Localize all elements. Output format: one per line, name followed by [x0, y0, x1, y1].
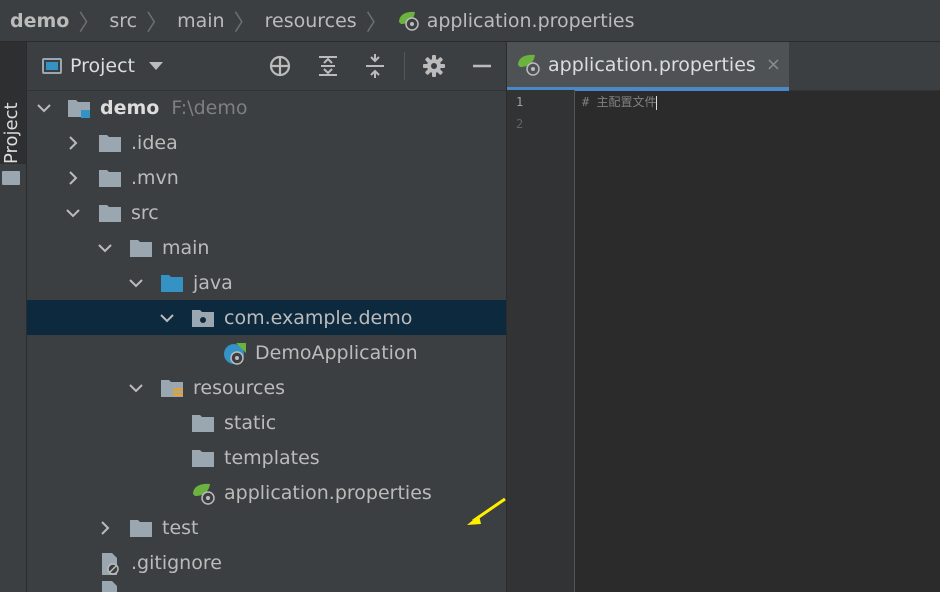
breadcrumb-item-file[interactable]: application.properties: [397, 10, 635, 32]
tree-node-static[interactable]: static: [27, 405, 506, 440]
breadcrumb-item-demo[interactable]: demo: [0, 10, 69, 32]
chevron-down-icon[interactable]: [97, 240, 113, 256]
text-cursor: [656, 95, 658, 110]
minimize-icon: [473, 64, 491, 68]
tree-node-test[interactable]: test: [27, 510, 506, 545]
folder-icon: [191, 412, 215, 434]
folder-icon: [98, 167, 122, 189]
ignore-file-icon: [98, 552, 122, 575]
chevron-down-icon: [149, 62, 164, 70]
chevron-right-icon[interactable]: [65, 135, 81, 151]
project-window-icon: [42, 58, 62, 74]
spring-properties-icon: [518, 54, 540, 76]
close-icon[interactable]: ×: [766, 54, 781, 75]
tree-node-idea[interactable]: .idea: [27, 125, 506, 160]
source-folder-icon: [160, 272, 184, 294]
chevron-down-icon[interactable]: [65, 205, 81, 221]
project-panel: Project demo F:\demo .idea .mvn src main…: [27, 42, 506, 592]
breadcrumb-separator-icon: 〉: [78, 10, 101, 36]
collapse-all-icon: [366, 54, 384, 78]
editor-text-area[interactable]: # 主配置文件: [582, 93, 658, 110]
spring-boot-class-icon: [223, 342, 247, 365]
tree-node-demo-application[interactable]: DemoApplication: [27, 335, 506, 370]
breadcrumb-separator-icon: 〉: [146, 10, 169, 36]
tree-label: .idea: [131, 131, 178, 154]
tree-node-partial[interactable]: [27, 580, 506, 592]
tree-label: resources: [193, 376, 286, 399]
project-panel-header: Project: [27, 42, 506, 91]
breadcrumb-separator-icon: 〉: [365, 10, 388, 36]
settings-button[interactable]: [421, 53, 447, 79]
gear-icon: [423, 55, 445, 77]
project-view-selector[interactable]: Project: [42, 55, 164, 77]
tree-label: .gitignore: [131, 551, 222, 574]
folder-icon: [98, 202, 122, 224]
spring-properties-icon: [398, 11, 419, 31]
spring-properties-icon: [191, 482, 215, 505]
tree-label: com.example.demo: [224, 306, 413, 329]
tree-node-src[interactable]: src: [27, 195, 506, 230]
tree-label: DemoApplication: [255, 341, 418, 364]
expand-all-icon: [319, 56, 337, 76]
resources-folder-icon: [160, 377, 184, 399]
tree-label: static: [224, 411, 277, 434]
breadcrumb-item-src[interactable]: src: [109, 10, 137, 32]
tree-label: demo F:\demo: [100, 97, 247, 119]
tree-node-resources[interactable]: resources: [27, 370, 506, 405]
chevron-down-icon[interactable]: [128, 380, 144, 396]
hide-panel-button[interactable]: [469, 53, 495, 79]
package-icon: [191, 307, 215, 329]
tree-node-mvn[interactable]: .mvn: [27, 160, 506, 195]
chevron-down-icon[interactable]: [128, 275, 144, 291]
breadcrumb-file-label: application.properties: [426, 9, 635, 32]
folder-icon: [98, 132, 122, 154]
node-path: F:\demo: [171, 96, 248, 119]
editor-gutter: 1 2: [507, 90, 575, 592]
tree-label: application.properties: [224, 481, 432, 504]
folder-icon: [129, 237, 153, 259]
code-line: # 主配置文件: [582, 95, 657, 109]
tree-node-java[interactable]: java: [27, 265, 506, 300]
expand-all-button[interactable]: [315, 53, 341, 79]
folder-icon: [2, 171, 20, 185]
folder-icon: [191, 447, 215, 469]
tree-node-templates[interactable]: templates: [27, 440, 506, 475]
line-number: 2: [516, 117, 524, 131]
navigation-breadcrumb: demo 〉 src 〉 main 〉 resources 〉 applicat…: [0, 0, 940, 42]
locate-file-button[interactable]: [267, 53, 293, 79]
tree-node-main[interactable]: main: [27, 230, 506, 265]
breadcrumb-item-main[interactable]: main: [177, 10, 224, 32]
collapse-all-button[interactable]: [362, 53, 388, 79]
chevron-right-icon[interactable]: [97, 520, 113, 536]
node-name: demo: [100, 96, 160, 119]
tree-node-application-properties[interactable]: application.properties: [27, 475, 506, 510]
line-number: 1: [516, 95, 524, 109]
tree-label: java: [193, 271, 233, 294]
chevron-down-icon[interactable]: [159, 310, 175, 326]
folder-icon: [129, 517, 153, 539]
breadcrumb-separator-icon: 〉: [233, 10, 256, 36]
module-folder-icon: [67, 97, 91, 119]
project-tool-window-tab[interactable]: Project: [0, 42, 26, 185]
tree-label: test: [162, 516, 199, 539]
crosshair-icon: [269, 55, 291, 77]
breadcrumb-item-resources[interactable]: resources: [265, 10, 357, 32]
chevron-right-icon[interactable]: [65, 170, 81, 186]
editor-tab-bar: application.properties ×: [507, 42, 940, 91]
tree-label: templates: [224, 446, 320, 469]
chevron-down-icon[interactable]: [36, 100, 52, 116]
project-tool-window-label: Project: [1, 102, 22, 164]
tree-label: .mvn: [131, 166, 179, 189]
tree-label: main: [162, 236, 210, 259]
header-divider: [404, 52, 405, 80]
file-icon: [98, 580, 122, 592]
tree-node-gitignore[interactable]: .gitignore: [27, 545, 506, 580]
editor-tab-application-properties[interactable]: application.properties ×: [507, 42, 789, 91]
tree-label: src: [131, 201, 159, 224]
tab-label: application.properties: [548, 53, 756, 76]
annotation-arrow-icon: [467, 497, 506, 525]
project-view-label: Project: [70, 55, 136, 77]
tree-node-demo[interactable]: demo F:\demo: [27, 90, 506, 125]
tree-node-com-example-demo[interactable]: com.example.demo: [27, 300, 506, 335]
